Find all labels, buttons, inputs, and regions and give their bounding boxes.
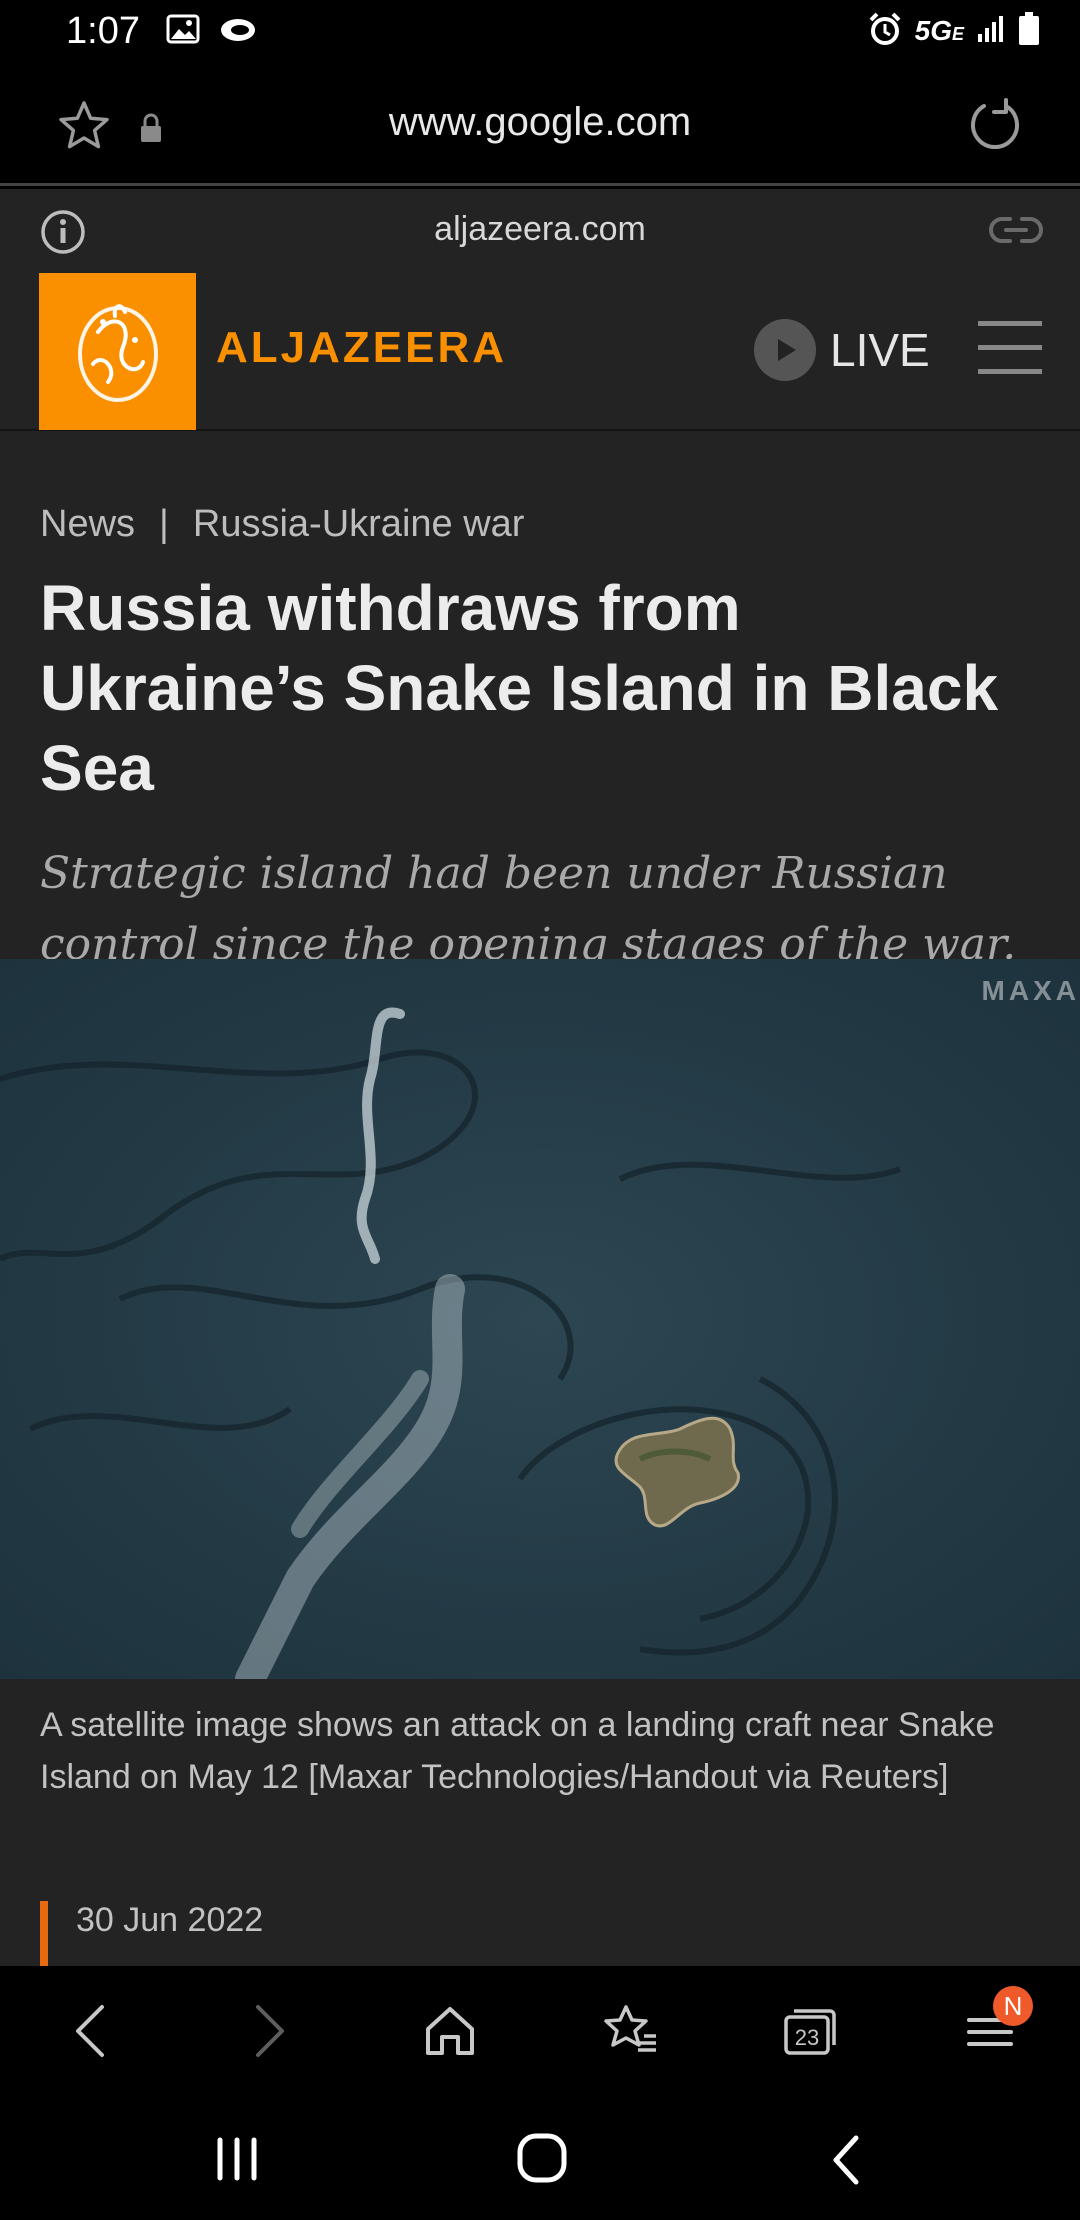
web-content: aljazeera.com ALJAZEERA LIVE News | Russ…: [0, 189, 1080, 1966]
play-icon: [754, 319, 816, 381]
status-notification-icons: [166, 14, 258, 49]
info-icon[interactable]: [40, 209, 86, 260]
article-headline: Russia withdraws from Ukraine’s Snake Is…: [40, 572, 999, 804]
home-circle-icon[interactable]: [516, 2132, 568, 2189]
image-caption: A satellite image shows an attack on a l…: [40, 1706, 995, 1796]
aljazeera-logo[interactable]: [39, 273, 196, 430]
article-date: 30 Jun 2022: [40, 1901, 263, 1966]
site-menu-icon[interactable]: [978, 321, 1042, 393]
address-bar[interactable]: www.google.com: [0, 62, 1080, 186]
breadcrumb-separator: |: [159, 503, 169, 545]
article-header: News | Russia-Ukraine war Russia withdra…: [0, 431, 1080, 980]
gallery-icon: [166, 14, 200, 49]
menu-icon[interactable]: N: [945, 1986, 1035, 2076]
recents-icon[interactable]: [212, 2136, 262, 2187]
live-label: LIVE: [830, 324, 930, 376]
alarm-icon: [867, 11, 903, 52]
browser-toolbar: 23 N: [0, 1966, 1080, 2096]
system-navigation: [0, 2096, 1080, 2220]
network-type: 5GE: [914, 15, 964, 46]
site-domain: aljazeera.com: [434, 209, 646, 248]
site-header: ALJAZEERA LIVE: [0, 269, 1080, 431]
bookmarks-icon[interactable]: [585, 1986, 675, 2076]
tabs-count: 23: [795, 2025, 819, 2050]
article-hero-image[interactable]: MAXA: [0, 959, 1080, 1679]
system-back-icon[interactable]: [826, 2134, 866, 2191]
reload-icon[interactable]: [968, 98, 1022, 157]
back-icon[interactable]: [45, 1986, 135, 2076]
live-button[interactable]: LIVE: [754, 319, 930, 381]
menu-badge: N: [993, 1986, 1033, 2026]
status-system-icons: 5GE: [867, 11, 1040, 52]
tabs-icon[interactable]: 23: [765, 1986, 855, 2076]
battery-icon: [1018, 11, 1040, 51]
cloud-icon: [218, 14, 258, 49]
link-icon[interactable]: [988, 215, 1044, 250]
home-icon[interactable]: [405, 1986, 495, 2076]
breadcrumb-topic[interactable]: Russia-Ukraine war: [193, 503, 525, 546]
image-watermark: MAXA: [981, 975, 1080, 1006]
brand-name[interactable]: ALJAZEERA: [216, 323, 507, 373]
forward-icon[interactable]: [225, 1986, 315, 2076]
breadcrumb-news[interactable]: News: [40, 503, 135, 546]
status-bar: 1:07 5GE: [0, 0, 1080, 62]
star-icon[interactable]: [56, 100, 112, 157]
breadcrumb: News | Russia-Ukraine war: [40, 503, 1040, 546]
signal-icon: [976, 14, 1006, 49]
status-time: 1:07: [66, 9, 140, 52]
site-info-bar: aljazeera.com: [0, 189, 1080, 269]
lock-icon: [138, 112, 164, 149]
